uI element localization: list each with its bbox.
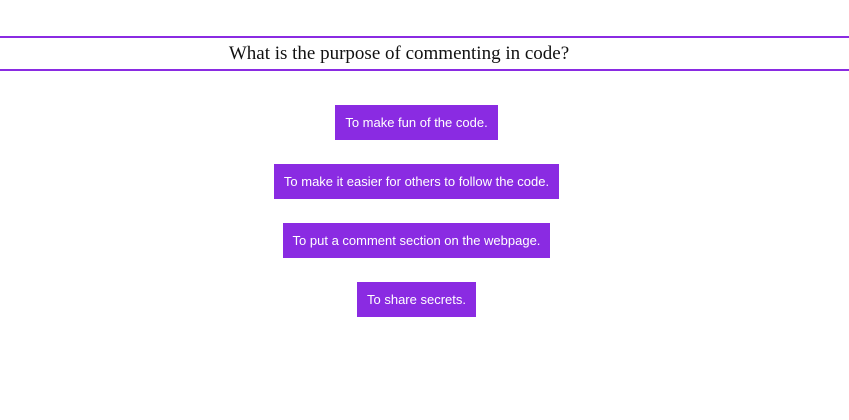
- answer-button-4[interactable]: To share secrets.: [357, 282, 476, 317]
- question-text: What is the purpose of commenting in cod…: [228, 43, 570, 64]
- answer-button-1[interactable]: To make fun of the code.: [335, 105, 498, 140]
- answer-button-2[interactable]: To make it easier for others to follow t…: [273, 164, 560, 199]
- answer-button-3[interactable]: To put a comment section on the webpage.: [282, 223, 551, 258]
- answer-list: To make fun of the code. To make it easi…: [0, 105, 833, 341]
- question-bar: What is the purpose of commenting in cod…: [0, 36, 849, 71]
